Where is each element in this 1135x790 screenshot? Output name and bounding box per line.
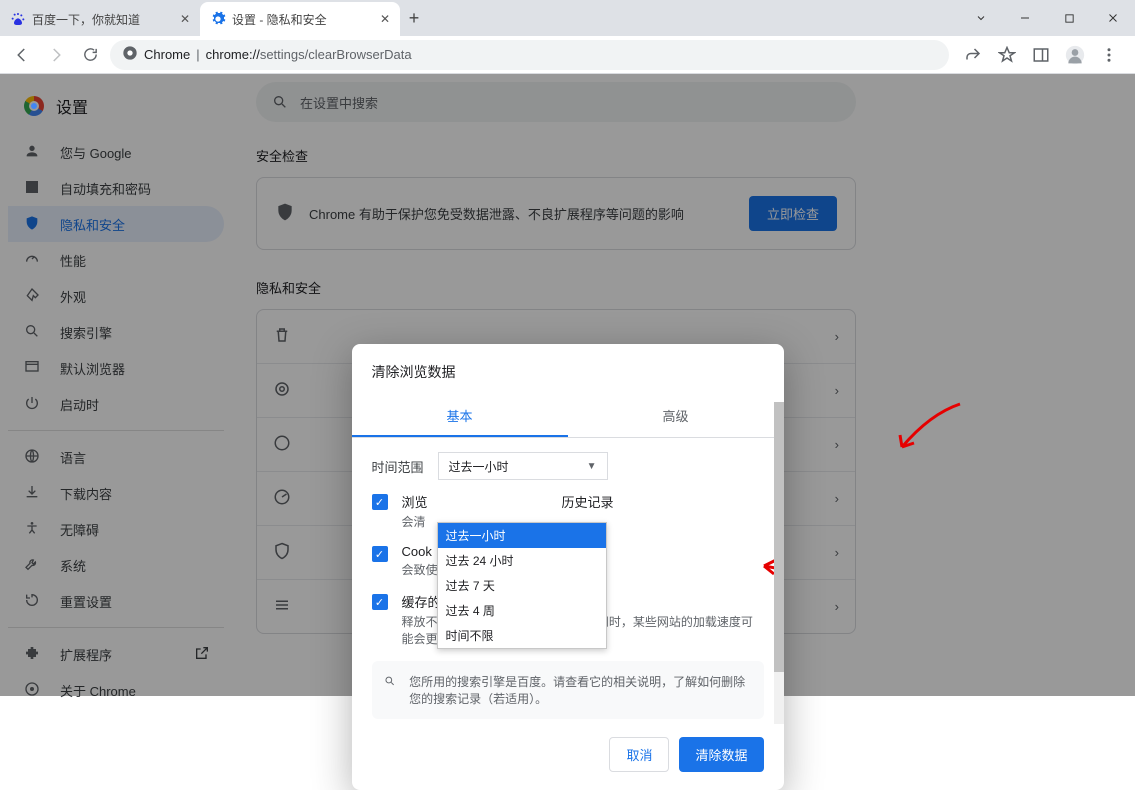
dropdown-option[interactable]: 时间不限 [438, 623, 606, 648]
url-path: settings/clearBrowserData [260, 47, 412, 62]
clear-data-dialog: 清除浏览数据 基本 高级 时间范围 过去一小时 ▼ [352, 344, 784, 790]
item-title: 浏览 [402, 492, 428, 511]
scrollbar-thumb[interactable] [774, 402, 784, 672]
side-panel-icon[interactable] [1029, 43, 1053, 67]
minimize-icon[interactable] [1003, 3, 1047, 33]
dialog-title: 清除浏览数据 [352, 344, 784, 396]
dropdown-option[interactable]: 过去 24 小时 [438, 548, 606, 573]
url-scheme: Chrome [144, 47, 190, 62]
dropdown-option[interactable]: 过去 4 周 [438, 598, 606, 623]
share-icon[interactable] [961, 43, 985, 67]
tab-basic[interactable]: 基本 [352, 396, 568, 437]
search-engine-hint: 您所用的搜索引擎是百度。请查看它的相关说明，了解如何删除您的搜索记录（若适用）。 [372, 661, 764, 719]
tab-title: 设置 - 隐私和安全 [232, 11, 327, 28]
tab-title: 百度一下，你就知道 [32, 11, 140, 28]
back-button[interactable] [8, 41, 36, 69]
browser-toolbar: Chrome | chrome://settings/clearBrowserD… [0, 36, 1135, 74]
checkbox-cookies[interactable]: ✓ [372, 546, 388, 562]
checkbox-browsing-history[interactable]: ✓ [372, 494, 388, 510]
new-tab-button[interactable]: + [400, 4, 428, 32]
url-sep: | [196, 47, 199, 62]
forward-button[interactable] [42, 41, 70, 69]
window-close-icon[interactable] [1091, 3, 1135, 33]
annotation-arrow [890, 399, 970, 459]
reload-button[interactable] [76, 41, 104, 69]
chevron-down-icon[interactable] [959, 3, 1003, 33]
dialog-tabs: 基本 高级 [352, 396, 784, 438]
maximize-icon[interactable] [1047, 3, 1091, 33]
item-desc: 会清 [402, 513, 428, 530]
close-icon[interactable]: ✕ [380, 12, 390, 26]
menu-icon[interactable] [1097, 43, 1121, 67]
dropdown-option[interactable]: 过去 7 天 [438, 573, 606, 598]
dropdown-option[interactable]: 过去一小时 [438, 523, 606, 548]
cancel-button[interactable]: 取消 [609, 737, 669, 772]
time-range-label: 时间范围 [372, 457, 424, 476]
bookmark-icon[interactable] [995, 43, 1019, 67]
tab-advanced[interactable]: 高级 [568, 396, 784, 437]
time-range-dropdown: 过去一小时 过去 24 小时 过去 7 天 过去 4 周 时间不限 [437, 522, 607, 649]
close-icon[interactable]: ✕ [180, 12, 190, 26]
settings-favicon [210, 11, 226, 27]
search-icon [384, 673, 396, 689]
hint-text: 您所用的搜索引擎是百度。请查看它的相关说明，了解如何删除您的搜索记录（若适用）。 [409, 673, 751, 707]
modal-overlay: 清除浏览数据 基本 高级 时间范围 过去一小时 ▼ [0, 74, 1135, 696]
address-bar[interactable]: Chrome | chrome://settings/clearBrowserD… [110, 40, 949, 70]
checkbox-cache[interactable]: ✓ [372, 594, 388, 610]
browser-tab-settings[interactable]: 设置 - 隐私和安全 ✕ [200, 2, 400, 36]
profile-icon[interactable] [1063, 43, 1087, 67]
browser-tab-baidu[interactable]: 百度一下，你就知道 ✕ [0, 2, 200, 36]
window-controls [959, 0, 1135, 36]
baidu-favicon [10, 11, 26, 27]
url-host: chrome:// [206, 47, 260, 62]
caret-down-icon: ▼ [587, 461, 597, 472]
clear-data-button[interactable]: 清除数据 [679, 737, 763, 772]
browser-tab-strip: 百度一下，你就知道 ✕ 设置 - 隐私和安全 ✕ + [0, 0, 1135, 36]
scrollbar[interactable] [774, 402, 784, 724]
time-range-value: 过去一小时 [449, 458, 509, 475]
time-range-select[interactable]: 过去一小时 ▼ [438, 452, 608, 480]
chrome-icon [122, 45, 138, 64]
